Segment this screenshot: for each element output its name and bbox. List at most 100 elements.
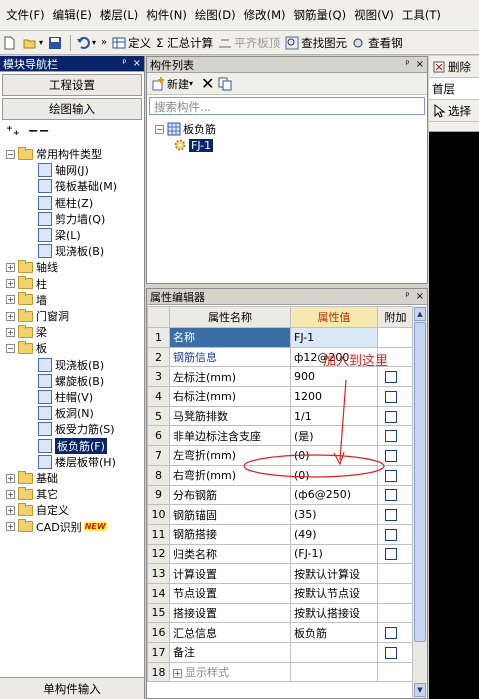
property-value[interactable]: 按默认计算设 [290,563,378,584]
attach-checkbox[interactable] [385,449,397,462]
nav-tree-item[interactable]: + 墙 [6,292,47,308]
attach-checkbox[interactable] [385,528,397,541]
expand-icon[interactable]: + [6,262,15,272]
property-value[interactable]: (49) [290,523,378,545]
attach-checkbox[interactable] [385,410,397,423]
table-row[interactable]: 3 左标注(mm) 900 [147,366,414,388]
menu-item[interactable]: 绘图(D) [189,7,236,23]
menu-item[interactable]: 视图(V) [348,7,394,23]
expand-icon[interactable]: + [6,505,15,515]
nav-tree-item[interactable]: 筏板基础(M) [38,178,117,194]
close-icon[interactable]: × [416,291,424,302]
new-file-button[interactable] [0,33,20,53]
table-row[interactable]: 14 节点设置 按默认节点设 [147,582,414,604]
nav-tree-item[interactable]: − 常用构件类型 [6,146,102,162]
property-value[interactable]: 900 [290,366,378,388]
single-component-input-button[interactable]: 单构件输入 [0,677,144,699]
nav-tree-item[interactable]: + 轴线 [6,259,58,275]
menu-item[interactable]: 修改(M) [238,7,286,23]
property-value[interactable]: (0) [290,445,378,466]
pin-icon[interactable]: ᵖ [405,291,409,302]
property-value[interactable]: 板负筋 [290,622,378,643]
property-value[interactable]: (0) [290,464,378,486]
table-row[interactable]: 1 名称 FJ-1 [147,327,414,348]
scroll-down-icon[interactable]: ▼ [414,683,426,697]
drawing-area[interactable]: 删除 首层 选择 [429,56,479,699]
list-item-root[interactable]: − 板负筋 [147,121,427,137]
nav-tree-item[interactable]: 剪力墙(Q) [38,211,105,227]
expand-icon[interactable]: + [173,669,182,679]
table-row[interactable]: 5 马凳筋排数 1/1 [147,405,414,427]
table-row[interactable]: 10 钢筋锚固 (35) [147,504,414,525]
close-icon[interactable]: × [416,59,424,70]
nav-tree-item[interactable]: 板洞(N) [38,405,94,421]
expand-icon[interactable]: + [6,522,15,532]
sum-calc-button[interactable]: Σ 汇总计算 [154,33,215,53]
nav-tree-item[interactable]: − 板 [6,340,47,356]
table-row[interactable]: 16 汇总信息 板负筋 [147,622,414,643]
property-value[interactable]: FJ-1 [290,327,378,348]
attach-checkbox[interactable] [385,390,397,403]
draw-input-button[interactable]: 绘图输入 [2,98,142,120]
search-component-input[interactable]: 搜索构件... [149,97,425,115]
project-settings-button[interactable]: 工程设置 [2,74,142,96]
property-value[interactable]: (ф6@250) [290,484,378,506]
table-row[interactable]: 13 计算设置 按默认计算设 [147,563,414,584]
open-button[interactable]: ▾ [21,33,45,53]
save-button[interactable] [46,33,66,53]
expand-icon[interactable]: + [6,311,15,321]
scroll-thumb[interactable] [414,322,426,642]
property-value[interactable] [290,642,378,663]
nav-tree-item[interactable]: 柱帽(V) [38,389,93,405]
attach-checkbox[interactable] [385,548,397,561]
undo-button[interactable]: ▾ [74,33,98,53]
collapse-all-icon[interactable]: −− [28,124,50,139]
collapse-icon[interactable]: − [6,343,15,353]
property-value[interactable]: 按默认节点设 [290,582,378,604]
menu-item[interactable]: 文件(F) [0,7,45,23]
nav-tree-item[interactable]: 梁(L) [38,227,81,243]
attach-checkbox[interactable] [385,627,397,640]
menu-item[interactable]: 钢筋量(Q) [288,7,347,23]
property-value[interactable] [290,661,378,683]
toolbar-overflow[interactable]: » [99,33,109,53]
property-value[interactable]: (FJ-1) [290,543,378,565]
expand-icon[interactable]: + [6,473,15,483]
level-top-button[interactable]: 平齐板顶 [216,33,282,53]
menu-item[interactable]: 楼层(L) [94,7,138,23]
nav-tree-item[interactable]: + 门窗洞 [6,308,69,324]
property-value[interactable]: 1200 [290,386,378,407]
nav-tree-item[interactable]: + CAD识别 NEW [6,519,107,535]
expand-icon[interactable]: + [6,295,15,305]
view-rebar-button[interactable]: 查看钢 [350,33,405,53]
nav-tree-item[interactable]: 螺旋板(B) [38,373,104,389]
table-row[interactable]: 17 备注 [147,642,414,663]
menu-item[interactable]: 构件(N) [140,7,187,23]
nav-tree-item[interactable]: 楼层板带(H) [38,454,116,470]
find-element-button[interactable]: 查找图元 [283,33,349,53]
scroll-up-icon[interactable]: ▲ [414,307,426,321]
copy-icon[interactable] [218,77,232,91]
new-component-button[interactable]: 新建 ▾ [151,76,193,92]
collapse-icon[interactable]: − [6,149,15,159]
table-row[interactable]: 18 + 显示样式 [147,661,414,683]
attach-checkbox[interactable] [385,469,397,482]
menu-item[interactable]: 编辑(E) [47,7,92,23]
attach-checkbox[interactable] [385,489,397,502]
attach-checkbox[interactable] [385,430,397,443]
table-row[interactable]: 7 左弯折(mm) (0) [147,445,414,466]
table-row[interactable]: 4 右标注(mm) 1200 [147,386,414,407]
attach-checkbox[interactable] [385,646,397,659]
pin-icon[interactable]: ᵖ [122,58,126,69]
delete-icon[interactable]: ✕ [201,74,214,93]
select-button[interactable]: 选择 [429,100,479,122]
table-row[interactable]: 12 归类名称 (FJ-1) [147,543,414,565]
expand-icon[interactable]: + [6,327,15,337]
nav-tree-item[interactable]: 框柱(Z) [38,195,93,211]
table-row[interactable]: 11 钢筋搭接 (49) [147,523,414,545]
pin-icon[interactable]: ᵖ [405,59,409,70]
nav-tree-item[interactable]: + 梁 [6,324,47,340]
nav-tree-item[interactable]: + 自定义 [6,502,69,518]
define-button[interactable]: 定义 [110,33,153,53]
expand-icon[interactable]: + [6,279,15,289]
